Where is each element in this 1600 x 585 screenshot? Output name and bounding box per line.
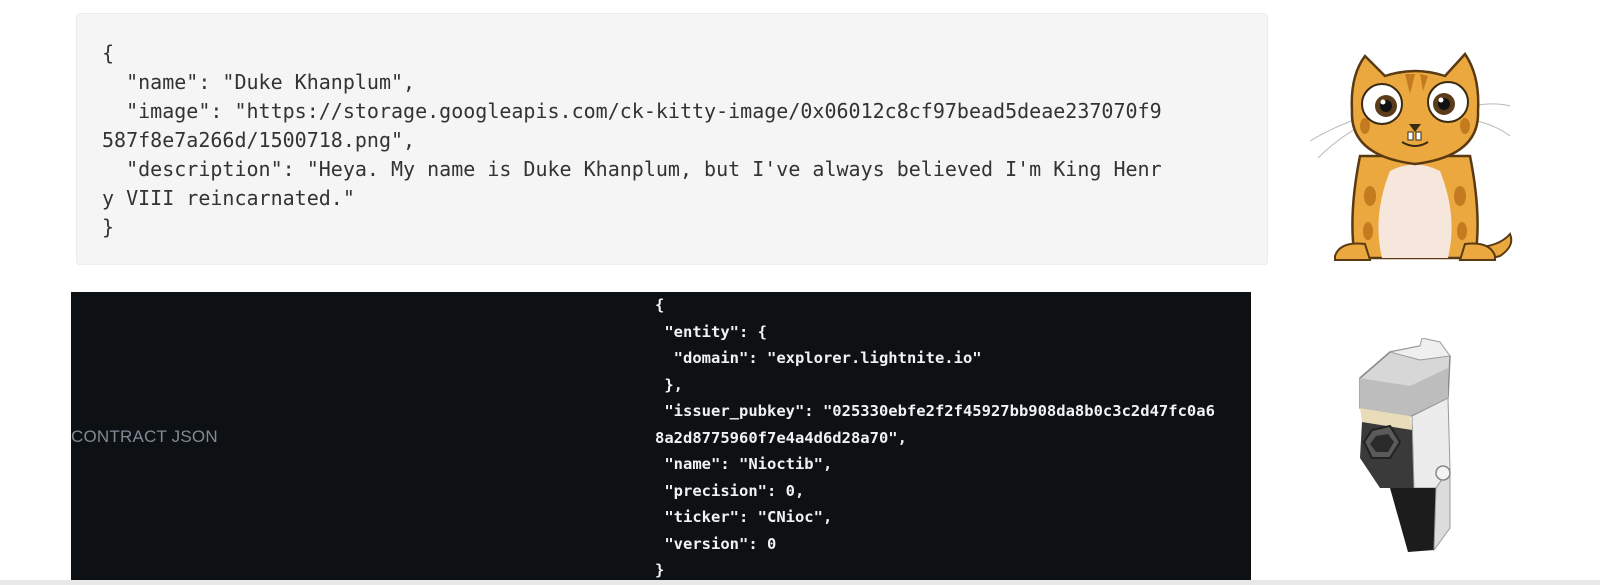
nft-metadata-code-block: { "name": "Duke Khanplum", "image": "htt… — [76, 13, 1268, 265]
contract-json-code: { "entity": { "domain": "explorer.lightn… — [655, 292, 1251, 584]
code-line: } — [102, 215, 115, 239]
code-line: "image": "https://storage.googleapis.com… — [102, 99, 1162, 123]
code-line: "entity": { — [655, 322, 767, 341]
code-line: }, — [655, 375, 683, 394]
code-line: 587f8e7a266d/1500718.png", — [102, 128, 416, 152]
code-line: "domain": "explorer.lightnite.io" — [655, 349, 982, 367]
code-line: "precision": 0, — [655, 481, 805, 500]
code-line: y VIII reincarnated." — [102, 186, 355, 210]
code-line: "name": "Duke Khanplum", — [102, 70, 416, 94]
code-line: { — [655, 296, 665, 314]
code-line: { — [102, 41, 115, 65]
code-line: "version": 0 — [655, 534, 777, 553]
divider — [0, 580, 1600, 585]
contract-json-label: CONTRACT JSON — [71, 427, 218, 446]
page: { "name": "Duke Khanplum", "image": "htt… — [0, 0, 1600, 585]
nft-metadata-json: { "name": "Duke Khanplum", "image": "htt… — [102, 39, 1232, 242]
code-line: "name": "Nioctib", — [655, 455, 833, 473]
code-line: } — [655, 561, 665, 579]
robot-token-image — [1350, 337, 1480, 560]
code-line: "ticker": "CNioc", — [655, 508, 833, 526]
contract-json-panel: CONTRACT JSON { "entity": { "domain": "e… — [71, 292, 1251, 582]
cryptokitty-image — [1309, 46, 1520, 266]
code-line: "issuer_pubkey": "025330ebfe2f2f45927bb9… — [655, 402, 1215, 420]
code-line: "description": "Heya. My name is Duke Kh… — [102, 157, 1162, 181]
code-line: 8a2d8775960f7e4a4d6d28a70", — [655, 428, 907, 447]
